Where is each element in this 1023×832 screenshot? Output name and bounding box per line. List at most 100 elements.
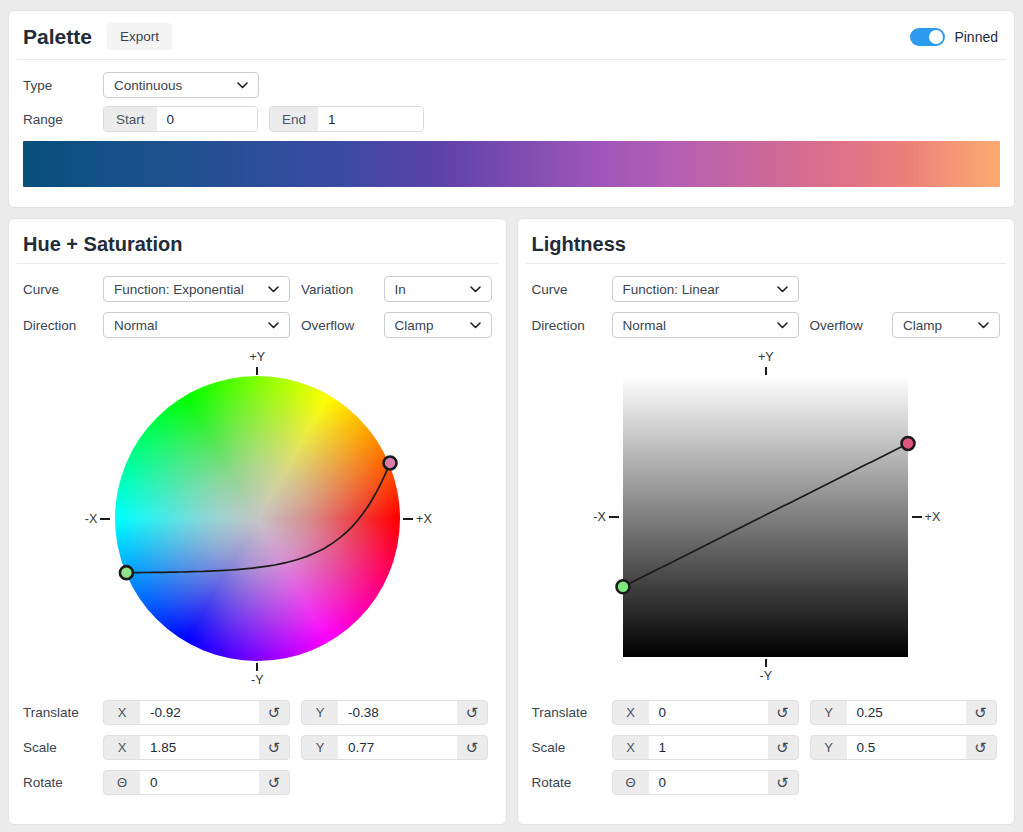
translate-x-field[interactable]: X 0 ↺ <box>612 700 799 725</box>
curve-label: Curve <box>23 282 103 297</box>
axis-label-plus-y: +Y <box>758 349 774 365</box>
lightness-curve-chart <box>623 376 908 657</box>
axis-label-plus-y: +Y <box>249 349 265 365</box>
curve-line <box>126 463 390 573</box>
reset-icon[interactable]: ↺ <box>259 736 289 759</box>
curve-start-handle[interactable] <box>617 580 630 593</box>
rotate-label: Rotate <box>23 775 103 790</box>
scale-label: Scale <box>532 740 612 755</box>
translate-y-input[interactable]: 0.25 <box>847 701 966 724</box>
overflow-label: Overflow <box>290 318 384 333</box>
range-label: Range <box>23 112 103 127</box>
palette-editor-page: Palette Export Pinned Type Continuous Ra… <box>0 0 1023 832</box>
overflow-select[interactable]: Clamp <box>892 312 1000 338</box>
chevron-down-icon <box>777 322 788 329</box>
curve-select[interactable]: Function: Linear <box>612 276 799 302</box>
direction-select[interactable]: Normal <box>612 312 799 338</box>
reset-icon[interactable]: ↺ <box>457 701 487 724</box>
curve-select[interactable]: Function: Exponential <box>103 276 290 302</box>
axis-label-plus-x: +X <box>925 510 941 524</box>
chevron-down-icon <box>268 286 279 293</box>
curve-line <box>623 443 908 586</box>
curve-start-handle[interactable] <box>120 566 133 579</box>
reset-icon[interactable]: ↺ <box>966 701 996 724</box>
scale-y-input[interactable]: 0.5 <box>847 736 966 759</box>
range-start-label: Start <box>104 107 157 131</box>
axis-tick-right <box>912 516 922 518</box>
range-end-input[interactable]: 1 <box>318 107 423 131</box>
range-end-field[interactable]: End 1 <box>269 106 424 132</box>
reset-icon[interactable]: ↺ <box>259 771 289 794</box>
reset-icon[interactable]: ↺ <box>259 701 289 724</box>
axis-tick-bottom <box>256 663 258 671</box>
type-select[interactable]: Continuous <box>103 72 259 98</box>
chevron-down-icon <box>777 286 788 293</box>
lightness-panel: Lightness Curve Function: Linear Directi… <box>517 218 1016 825</box>
axis-tick-left <box>609 516 619 518</box>
rotate-field[interactable]: Θ 0 ↺ <box>612 770 799 795</box>
direction-label: Direction <box>23 318 103 333</box>
palette-gradient-preview <box>23 141 1000 187</box>
axis-tick-right <box>403 518 413 520</box>
page-title: Palette <box>23 24 92 50</box>
hue-saturation-title: Hue + Saturation <box>23 231 492 257</box>
pinned-toggle[interactable] <box>910 28 945 46</box>
axis-label-minus-x: -X <box>593 510 606 524</box>
variation-select[interactable]: In <box>384 276 492 302</box>
range-end-label: End <box>270 107 318 131</box>
translate-x-input[interactable]: 0 <box>649 701 768 724</box>
direction-select[interactable]: Normal <box>103 312 290 338</box>
export-button[interactable]: Export <box>107 23 172 50</box>
translate-y-input[interactable]: -0.38 <box>338 701 457 724</box>
scale-x-field[interactable]: X 1.85 ↺ <box>103 735 290 760</box>
reset-icon[interactable]: ↺ <box>966 736 996 759</box>
scale-label: Scale <box>23 740 103 755</box>
axis-label-plus-x: +X <box>416 512 432 526</box>
translate-label: Translate <box>23 705 103 720</box>
chevron-down-icon <box>470 322 481 329</box>
curve-end-handle[interactable] <box>383 456 396 469</box>
rotate-label: Rotate <box>532 775 612 790</box>
rotate-field[interactable]: Θ 0 ↺ <box>103 770 290 795</box>
reset-icon[interactable]: ↺ <box>768 701 798 724</box>
curve-end-handle[interactable] <box>902 437 915 450</box>
hue-curve-chart <box>115 376 400 661</box>
direction-label: Direction <box>532 318 612 333</box>
scale-y-field[interactable]: Y 0.77 ↺ <box>301 735 488 760</box>
overflow-select[interactable]: Clamp <box>384 312 492 338</box>
scale-x-input[interactable]: 1 <box>649 736 768 759</box>
chevron-down-icon <box>237 82 248 89</box>
scale-x-input[interactable]: 1.85 <box>140 736 259 759</box>
axis-tick-top <box>765 367 767 375</box>
reset-icon[interactable]: ↺ <box>457 736 487 759</box>
translate-y-field[interactable]: Y 0.25 ↺ <box>810 700 997 725</box>
pinned-toggle-knob <box>929 30 943 44</box>
chevron-down-icon <box>268 322 279 329</box>
range-start-field[interactable]: Start 0 <box>103 106 258 132</box>
chevron-down-icon <box>470 286 481 293</box>
palette-card: Palette Export Pinned Type Continuous Ra… <box>8 10 1015 208</box>
hue-saturation-panel: Hue + Saturation Curve Function: Exponen… <box>8 218 507 825</box>
axis-tick-bottom <box>765 659 767 667</box>
axis-label-minus-x: -X <box>85 512 98 526</box>
lightness-title: Lightness <box>532 231 1001 257</box>
reset-icon[interactable]: ↺ <box>768 771 798 794</box>
rotate-input[interactable]: 0 <box>649 771 768 794</box>
axis-tick-left <box>100 518 110 520</box>
scale-x-field[interactable]: X 1 ↺ <box>612 735 799 760</box>
translate-y-field[interactable]: Y -0.38 ↺ <box>301 700 488 725</box>
curve-label: Curve <box>532 282 612 297</box>
variation-label: Variation <box>290 282 384 297</box>
scale-y-field[interactable]: Y 0.5 ↺ <box>810 735 997 760</box>
chevron-down-icon <box>978 322 989 329</box>
scale-y-input[interactable]: 0.77 <box>338 736 457 759</box>
pinned-label: Pinned <box>954 29 998 45</box>
translate-x-input[interactable]: -0.92 <box>140 701 259 724</box>
range-start-input[interactable]: 0 <box>157 107 257 131</box>
rotate-input[interactable]: 0 <box>140 771 259 794</box>
reset-icon[interactable]: ↺ <box>768 736 798 759</box>
translate-label: Translate <box>532 705 612 720</box>
translate-x-field[interactable]: X -0.92 ↺ <box>103 700 290 725</box>
axis-label-minus-y: -Y <box>251 672 264 688</box>
overflow-label: Overflow <box>799 318 893 333</box>
